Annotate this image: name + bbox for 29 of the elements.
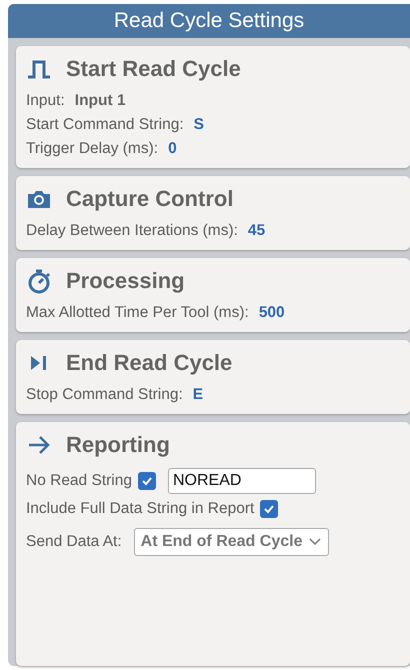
field-label: Start Command String: (26, 116, 184, 134)
field-label: Trigger Delay (ms): (26, 140, 158, 158)
field-value: S (194, 116, 204, 134)
section-title: Start Read Cycle (66, 56, 241, 82)
field-label: Input: (26, 92, 65, 110)
panel-title: Read Cycle Settings (8, 4, 410, 38)
checkbox[interactable] (260, 500, 278, 518)
dropdown[interactable]: At End of Read Cycle (134, 528, 330, 556)
field-label: Delay Between Iterations (ms): (26, 222, 238, 240)
checkbox[interactable] (138, 472, 156, 490)
field-label: No Read String (26, 472, 132, 490)
field-label: Include Full Data String in Report (26, 500, 254, 518)
section-title: Processing (66, 268, 185, 294)
check-icon (140, 475, 153, 487)
chevron-icon (308, 537, 322, 547)
text-field[interactable]: NOREAD (168, 468, 316, 494)
field-value: Input 1 (74, 92, 126, 110)
field-value: E (192, 386, 204, 404)
stopwatch-icon (26, 268, 52, 294)
field-label: Stop Command String: (26, 386, 183, 404)
field-value: 500 (258, 304, 285, 322)
field-value: 0 (168, 140, 177, 158)
field-label: Max Allotted Time Per Tool (ms): (26, 304, 249, 322)
section-title: End Read Cycle (66, 350, 232, 376)
section-title: Reporting (66, 432, 170, 458)
field-label: Send Data At: (26, 533, 122, 551)
section-title: Capture Control (66, 186, 234, 212)
check-icon (263, 503, 276, 515)
field-value: 45 (248, 222, 266, 240)
